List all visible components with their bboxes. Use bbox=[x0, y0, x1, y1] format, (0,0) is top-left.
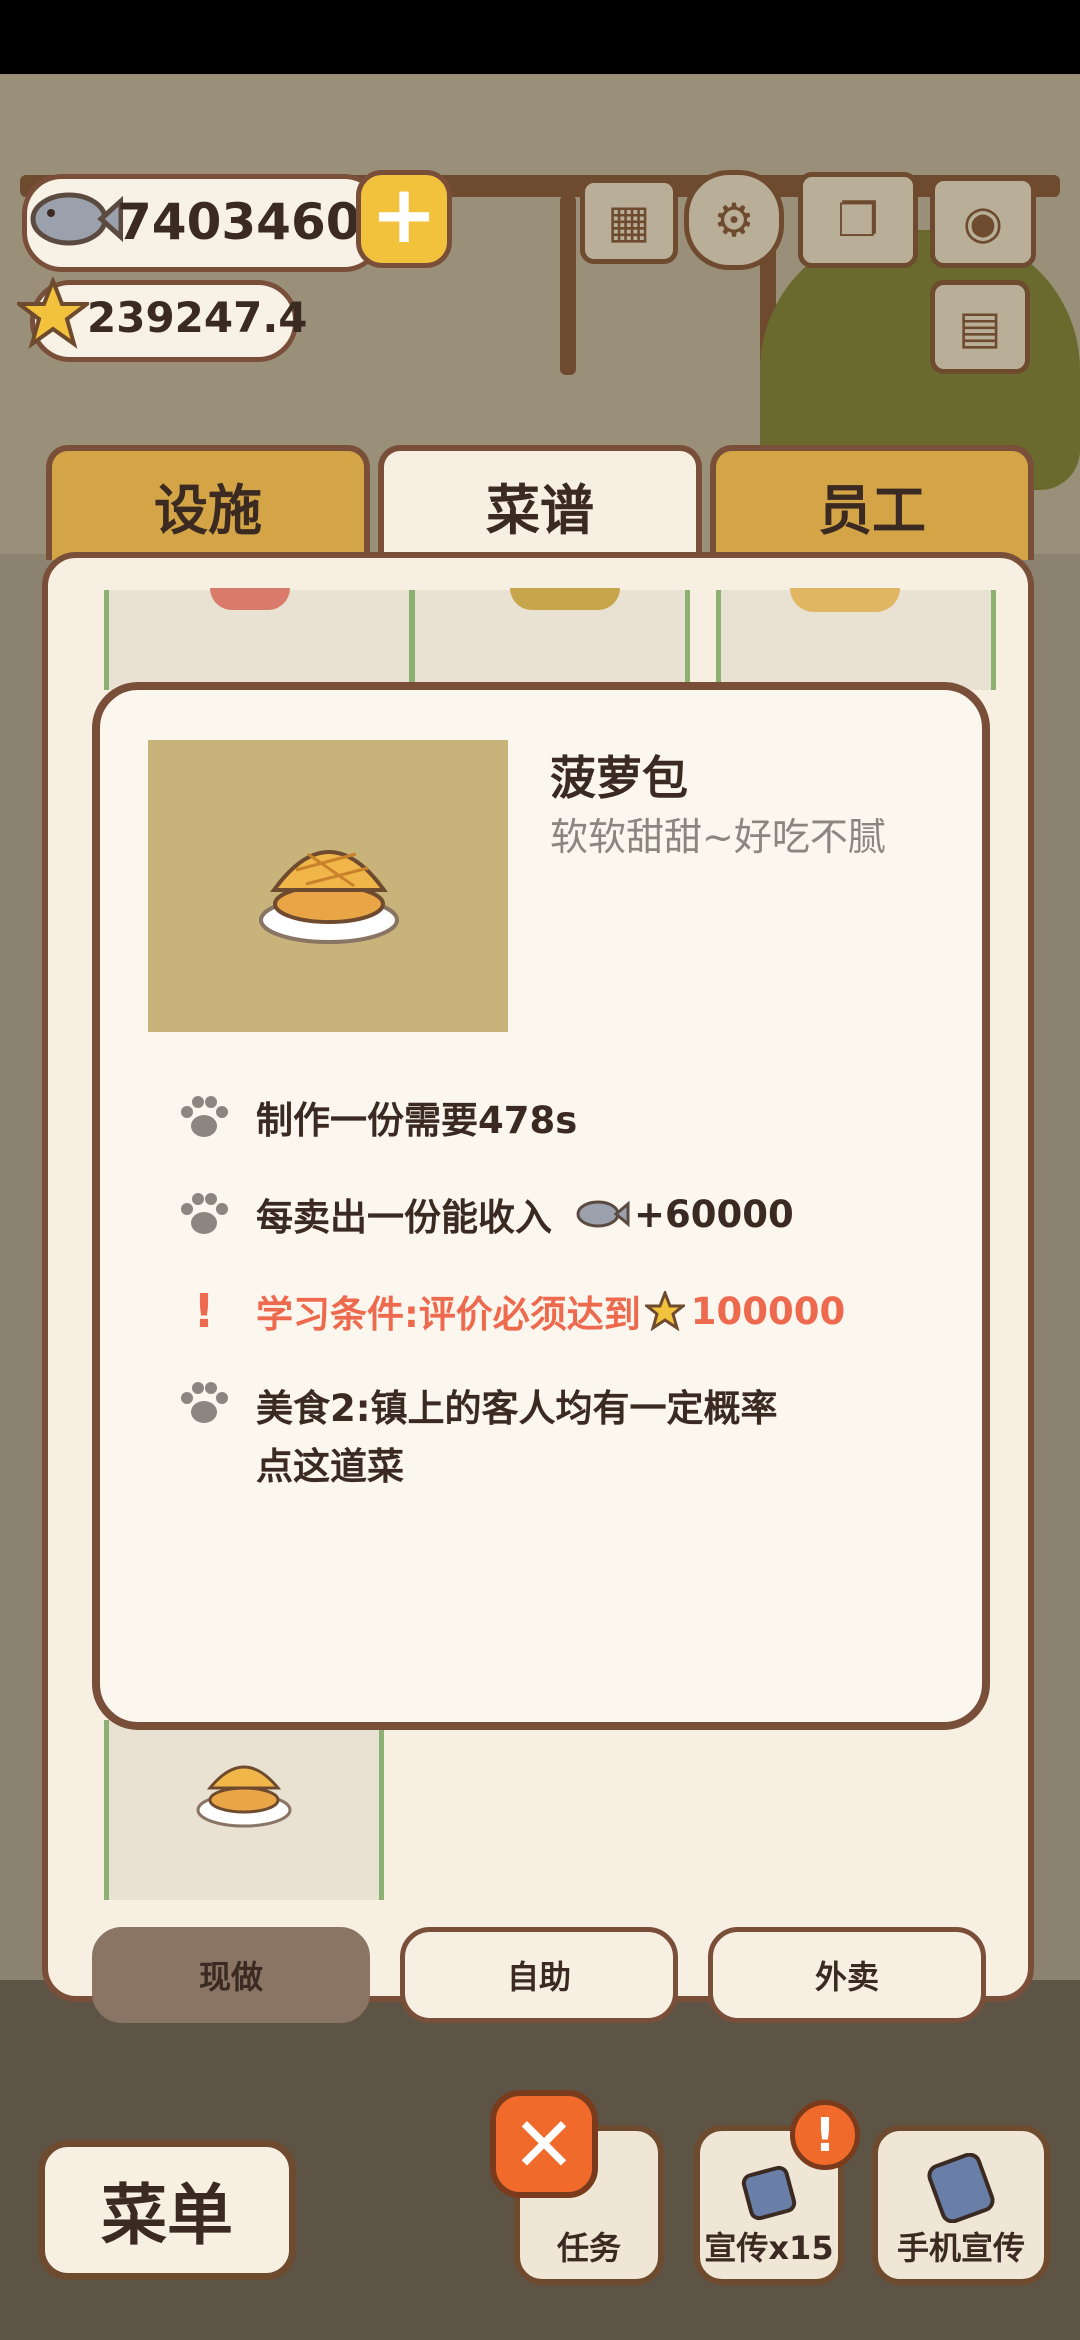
newspaper-icon[interactable]: ▤ bbox=[930, 280, 1030, 374]
mode-label: 现做 bbox=[198, 1958, 263, 1996]
mode-delivery-button[interactable]: 外卖 bbox=[708, 1927, 986, 2023]
tasks-label: 任务 bbox=[556, 2229, 621, 2267]
fish-coin-value: 7403460 bbox=[117, 193, 361, 251]
food-effect-line: 点这道菜 bbox=[256, 1445, 404, 1488]
flyer-icon bbox=[741, 2165, 797, 2221]
exclamation-icon: ! bbox=[193, 1284, 215, 1338]
food-effect-line: 美食2:镇上的客人均有一定概率 bbox=[256, 1387, 778, 1430]
status-bar bbox=[0, 0, 1080, 74]
camera-icon[interactable]: ◉ bbox=[930, 176, 1036, 268]
tab-staff[interactable]: 员工 bbox=[710, 445, 1034, 560]
phone-promote-label: 手机宣传 bbox=[896, 2229, 1025, 2267]
mode-made-to-order-button[interactable]: 现做 bbox=[92, 1927, 370, 2023]
leaderboard-icon[interactable]: ▦ bbox=[580, 178, 678, 264]
tab-facilities[interactable]: 设施 bbox=[46, 445, 370, 560]
star-rating-counter: 239247.4 bbox=[17, 277, 308, 362]
unlock-condition-label: 学习条件:评价必须达到 bbox=[256, 1293, 641, 1336]
menu-label: 菜单 bbox=[101, 2177, 233, 2254]
food-effect-text: 美食2:镇上的客人均有一定概率 点这道菜 bbox=[256, 1380, 778, 1496]
notification-badge: ! bbox=[790, 2100, 860, 2170]
recipe-name: 菠萝包 bbox=[550, 751, 688, 805]
food-effect-row: 美食2:镇上的客人均有一定概率 点这道菜 bbox=[178, 1380, 778, 1496]
fish-coin-counter: 7403460 bbox=[22, 174, 384, 272]
gear-icon[interactable]: ⚙ bbox=[684, 170, 784, 270]
fish-icon bbox=[576, 1200, 630, 1228]
recipe-description: 软软甜甜~好吃不腻 bbox=[550, 815, 886, 859]
tab-label: 员工 bbox=[818, 479, 926, 542]
income-label: 每卖出一份能收入 bbox=[256, 1196, 552, 1239]
window-frame bbox=[560, 195, 576, 375]
fish-icon bbox=[30, 192, 123, 246]
recipe-thumbnail bbox=[148, 740, 508, 1032]
tab-label: 菜谱 bbox=[486, 479, 594, 542]
promote-label: 宣传x15 bbox=[704, 2229, 834, 2267]
add-coins-button[interactable]: + bbox=[356, 170, 452, 268]
mode-label: 自助 bbox=[506, 1958, 571, 1996]
dish-icon bbox=[790, 588, 900, 612]
menu-button[interactable]: 菜单 bbox=[38, 2140, 296, 2280]
tab-recipes[interactable]: 菜谱 bbox=[378, 445, 702, 560]
paw-icon bbox=[181, 1193, 228, 1234]
income-row: 每卖出一份能收入 +60000 bbox=[178, 1187, 794, 1241]
cookbook-icon[interactable]: ❐ bbox=[798, 172, 918, 268]
income-value: +60000 bbox=[634, 1192, 794, 1236]
mode-self-service-button[interactable]: 自助 bbox=[400, 1927, 678, 2023]
dish-icon bbox=[210, 588, 290, 610]
cook-time-row: 制作一份需要478s bbox=[178, 1090, 577, 1144]
pineapple-bun-icon bbox=[196, 1765, 292, 1828]
tab-label: 设施 bbox=[154, 479, 262, 542]
star-icon bbox=[17, 277, 89, 349]
close-button[interactable]: ✕ bbox=[490, 2090, 598, 2198]
phone-icon bbox=[927, 2153, 995, 2223]
dish-icon bbox=[510, 588, 620, 610]
cook-time-text: 制作一份需要478s bbox=[256, 1099, 578, 1142]
pineapple-bun-icon bbox=[259, 850, 399, 944]
star-icon bbox=[644, 1291, 685, 1331]
star-rating-value: 239247.4 bbox=[87, 293, 308, 342]
mode-label: 外卖 bbox=[814, 1958, 879, 1996]
unlock-condition-value: 100000 bbox=[690, 1289, 846, 1333]
unlock-condition-row: ! 学习条件:评价必须达到 100000 bbox=[178, 1284, 846, 1338]
paw-icon bbox=[181, 1382, 228, 1423]
phone-promote-button[interactable]: 手机宣传 bbox=[872, 2125, 1050, 2285]
paw-icon bbox=[181, 1096, 228, 1137]
